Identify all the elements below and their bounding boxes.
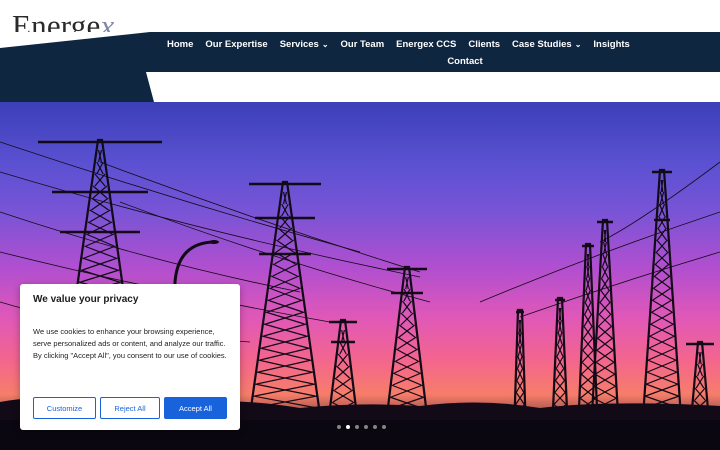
nav-lower-white [146,72,720,102]
slider-dots [337,425,386,429]
nav-item-insights[interactable]: Insights [587,36,635,53]
reject-all-button[interactable]: Reject All [100,397,160,419]
nav-dropdown-services[interactable]: Services ⌄ [274,36,335,53]
cookie-title: We value your privacy [33,294,139,305]
nav-row-2: Contact [150,53,720,70]
slider-dot[interactable] [355,425,359,429]
slider-dot[interactable] [382,425,386,429]
slider-dot[interactable] [364,425,368,429]
nav-item-our-expertise[interactable]: Our Expertise [199,36,273,53]
cookie-consent-dialog: We value your privacy We use cookies to … [20,284,240,430]
accept-all-button[interactable]: Accept All [164,397,227,419]
nav-contact[interactable]: Contact [441,53,488,70]
nav-item-home[interactable]: Home [161,36,199,53]
nav-item-case-studies[interactable]: Case Studies [512,39,572,50]
slider-dot[interactable] [346,425,350,429]
chevron-down-icon: ⌄ [321,40,329,49]
main-nav: Home Our Expertise Services ⌄ Our Team Energe… [150,36,720,70]
chevron-down-icon: ⌄ [574,40,582,49]
nav-slant [0,32,150,48]
nav-row: Home Our Expertise Services ⌄ Our Team Energe… [150,36,720,53]
slider-dot[interactable] [337,425,341,429]
customize-button[interactable]: Customize [33,397,96,419]
nav-item-our-team[interactable]: Our Team [335,36,391,53]
nav-item-clients[interactable]: Clients [462,36,506,53]
cookie-description: We use cookies to enhance your browsing … [33,327,227,360]
nav-item-services[interactable]: Services [280,39,319,50]
nav-dropdown-case-studies[interactable]: Case Studies ⌄ [506,36,587,53]
nav-item-energex-ccs[interactable]: Energex CCS [390,36,462,53]
slider-dot[interactable] [373,425,377,429]
